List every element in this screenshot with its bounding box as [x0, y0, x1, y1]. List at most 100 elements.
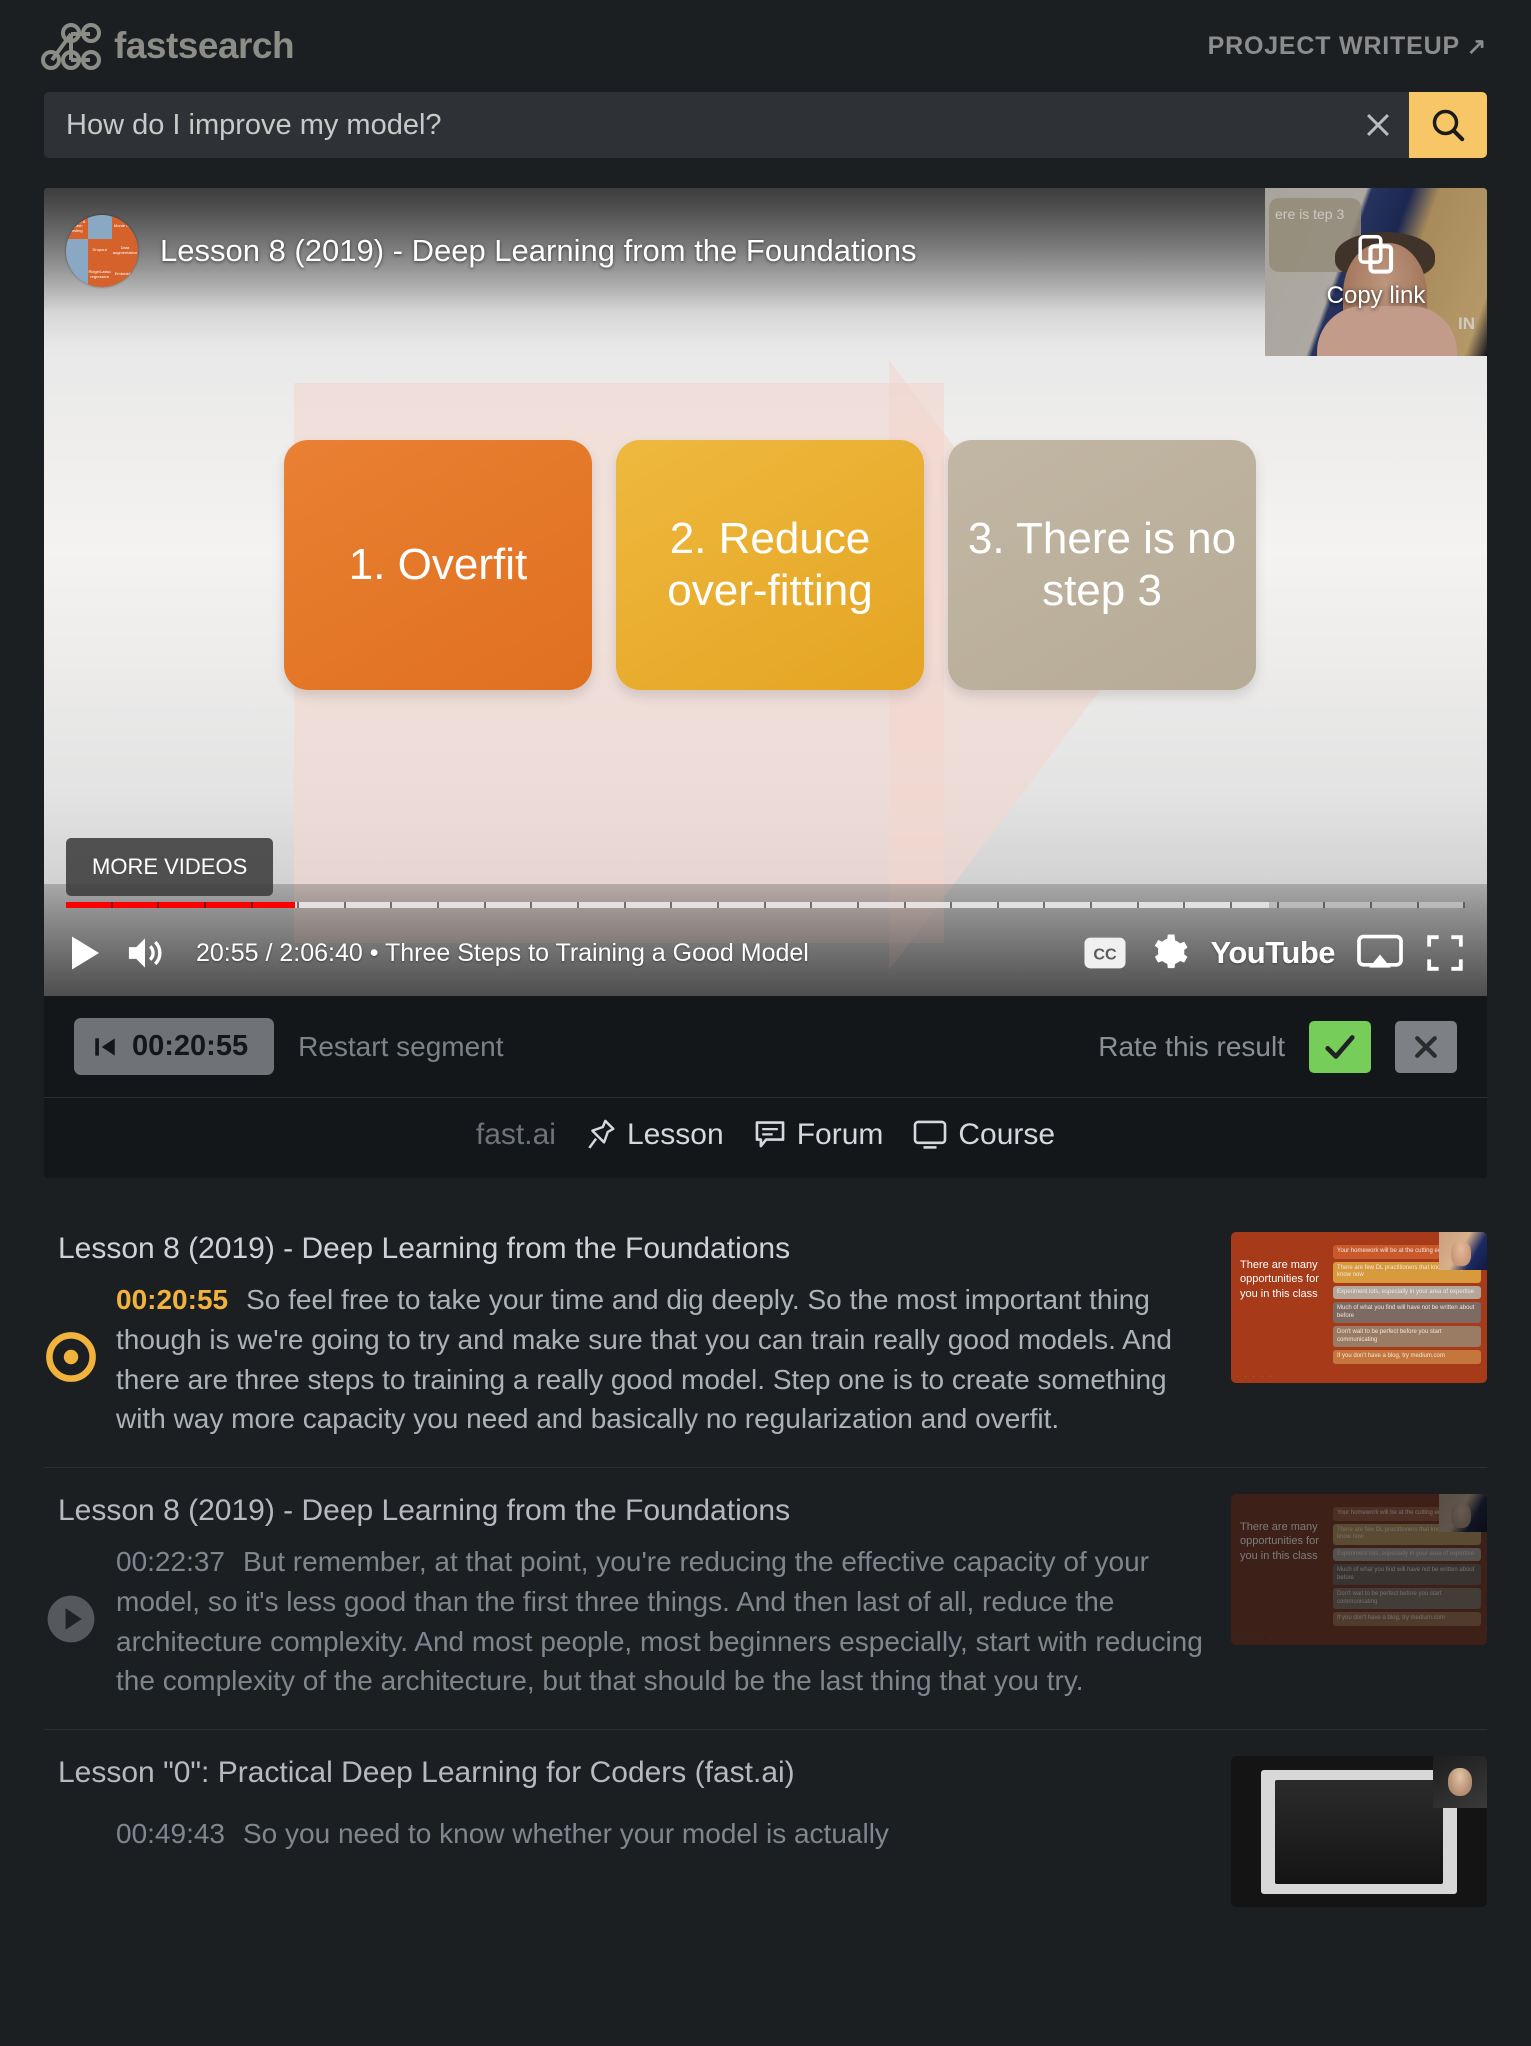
link-course[interactable]: Course [913, 1118, 1055, 1152]
youtube-link[interactable]: YouTube [1211, 935, 1336, 971]
thumbnail-speaker-inset [1439, 1494, 1487, 1532]
result-timestamp[interactable]: 00:49:43 [116, 1818, 225, 1849]
thumbnail-row: If you don't have a blog, try medium.com [1333, 1350, 1481, 1364]
slide-step-3: 3. There is no step 3 [948, 440, 1256, 690]
result-title: Lesson "0": Practical Deep Learning for … [58, 1756, 795, 1789]
thumbnail-row: Experiment lots, especially in your area… [1333, 1547, 1481, 1561]
result-transcript: 00:49:43 So you need to know whether your… [116, 1814, 889, 1854]
search-icon [1432, 109, 1465, 142]
monitor-icon [914, 1120, 947, 1149]
result-snippet: So you need to know whether your model i… [243, 1817, 889, 1849]
close-icon [1415, 1035, 1437, 1058]
result-body: 00:49:43 So you need to know whether your… [44, 1804, 1207, 1863]
thumbnail-row: Much of what you find will have not be w… [1333, 1564, 1481, 1585]
search-submit-button[interactable] [1409, 92, 1487, 158]
copy-link-overlay: Copy link [1265, 188, 1487, 356]
thumbnail-toolbar-dots: · · · · · [1236, 1373, 1274, 1380]
skip-previous-icon [95, 1037, 115, 1056]
resource-links-row: fast.ai Lesson Forum Course [44, 1097, 1487, 1178]
result-title: Lesson 8 (2019) - Deep Learning from the… [58, 1232, 791, 1265]
thumbnail-slide-title: There are many opportunities for you in … [1240, 1521, 1319, 1562]
link-lesson-label: Lesson [626, 1118, 724, 1151]
slide-step-2: 2. Reduce over-fitting [616, 440, 924, 690]
thumbnail-toolbar-dots: · · · · · [1236, 1635, 1274, 1642]
search-bar [44, 92, 1487, 158]
result-main: Lesson "0": Practical Deep Learning for … [44, 1756, 1207, 1863]
result-thumbnail[interactable]: There are many opportunities for you in … [1231, 1494, 1487, 1645]
rate-negative-button[interactable] [1395, 1020, 1457, 1073]
video-controls-row: 20:55 / 2:06:40 • Three Steps to Trainin… [44, 910, 1487, 996]
progress-scrubber[interactable] [66, 902, 1466, 908]
chapter-markers [66, 902, 1466, 908]
link-lesson[interactable]: Lesson [586, 1118, 724, 1152]
cast-icon [1357, 934, 1403, 968]
thumbnail-slide-title: There are many opportunities for you in … [1240, 1259, 1319, 1300]
link-forum-label: Forum [796, 1118, 884, 1151]
cast-button[interactable] [1357, 934, 1403, 972]
result-item[interactable]: Lesson 8 (2019) - Deep Learning from the… [44, 1206, 1487, 1467]
gear-icon [1154, 934, 1187, 969]
link-forum[interactable]: Forum [754, 1118, 884, 1152]
result-timestamp[interactable]: 00:22:37 [116, 1546, 225, 1577]
brand-logo-link[interactable]: fastsearch [40, 22, 295, 70]
close-icon [1367, 114, 1389, 136]
result-state-button[interactable] [44, 1592, 98, 1651]
channel-avatar: random & squish testing Monte Carlo Drop… [66, 214, 138, 287]
video-title: Lesson 8 (2019) - Deep Learning from the… [160, 232, 917, 268]
result-thumbnail[interactable]: There are many opportunities for you in … [1231, 1232, 1487, 1383]
video-surface[interactable]: 1. Overfit 2. Reduce over-fitting 3. The… [44, 188, 1487, 996]
play-button[interactable] [66, 933, 102, 973]
result-item[interactable]: Lesson "0": Practical Deep Learning for … [44, 1729, 1487, 1935]
copy-link-label: Copy link [1326, 282, 1426, 309]
thumbnail-row: Don't wait to be perfect before you star… [1333, 1326, 1481, 1347]
pin-icon [588, 1119, 615, 1149]
result-body: 00:20:55 So feel free to take your time a… [44, 1280, 1207, 1439]
segment-timestamp-label: 00:20:55 [132, 1030, 249, 1062]
speech-bubble-icon [755, 1121, 785, 1148]
slide-step-1: 1. Overfit [284, 440, 592, 690]
result-snippet: But remember, at that point, you're redu… [116, 1546, 1203, 1697]
copy-icon [1358, 235, 1394, 274]
brand-wordmark: fastsearch [114, 25, 295, 66]
rate-positive-button[interactable] [1309, 1020, 1371, 1073]
result-timestamp[interactable]: 00:20:55 [116, 1284, 228, 1315]
search-input[interactable] [44, 92, 1347, 158]
thumbnail-row: Don't wait to be perfect before you star… [1333, 1588, 1481, 1609]
restart-segment-button[interactable]: Restart segment [298, 1031, 503, 1063]
copy-link-button[interactable]: ere is tep 3 IN Copy link [1265, 188, 1487, 356]
volume-button[interactable] [124, 934, 166, 972]
video-controls-bar: 20:55 / 2:06:40 • Three Steps to Trainin… [44, 884, 1487, 996]
rate-result-label: Rate this result [1098, 1030, 1285, 1062]
project-writeup-link[interactable]: PROJECT WRITEUP ↗ [1208, 32, 1487, 61]
result-body: 00:22:37 But remember, at that point, you… [44, 1542, 1207, 1701]
thumbnail-row: If you don't have a blog, try medium.com [1333, 1612, 1481, 1626]
segment-timestamp-button[interactable]: 00:20:55 [74, 1018, 275, 1075]
result-state-button[interactable] [44, 1330, 98, 1389]
fullscreen-icon [1427, 935, 1463, 971]
clear-search-button[interactable] [1347, 92, 1409, 158]
result-transcript: 00:20:55 So feel free to take your time a… [116, 1280, 1207, 1439]
result-thumbnail[interactable] [1231, 1756, 1487, 1907]
search-results-list: Lesson 8 (2019) - Deep Learning from the… [44, 1206, 1487, 1935]
current-playing-icon [46, 1332, 96, 1382]
thumbnail-speaker-inset [1433, 1756, 1487, 1808]
svg-text:CC: CC [1093, 946, 1117, 964]
link-fastai[interactable]: fast.ai [476, 1118, 556, 1152]
cc-icon: CC [1083, 937, 1126, 969]
result-main: Lesson 8 (2019) - Deep Learning from the… [44, 1232, 1207, 1439]
segment-bar: 00:20:55 Restart segment Rate this resul… [44, 996, 1487, 1097]
result-title: Lesson 8 (2019) - Deep Learning from the… [58, 1494, 791, 1527]
video-player-card: 1. Overfit 2. Reduce over-fitting 3. The… [44, 188, 1487, 1178]
thumbnail-speaker-inset [1439, 1232, 1487, 1270]
thumbnail-row: Experiment lots, especially in your area… [1333, 1285, 1481, 1299]
video-time-and-chapter: 20:55 / 2:06:40 • Three Steps to Trainin… [196, 938, 809, 967]
fullscreen-button[interactable] [1425, 934, 1465, 972]
settings-button[interactable] [1149, 933, 1189, 973]
link-fastai-label: fast.ai [475, 1118, 556, 1151]
slide-steps: 1. Overfit 2. Reduce over-fitting 3. The… [44, 440, 1487, 690]
result-snippet: So feel free to take your time and dig d… [116, 1284, 1172, 1435]
captions-button[interactable]: CC [1083, 936, 1127, 970]
network-graph-icon [41, 23, 101, 70]
result-item[interactable]: Lesson 8 (2019) - Deep Learning from the… [44, 1467, 1487, 1729]
check-icon [1325, 1034, 1355, 1059]
